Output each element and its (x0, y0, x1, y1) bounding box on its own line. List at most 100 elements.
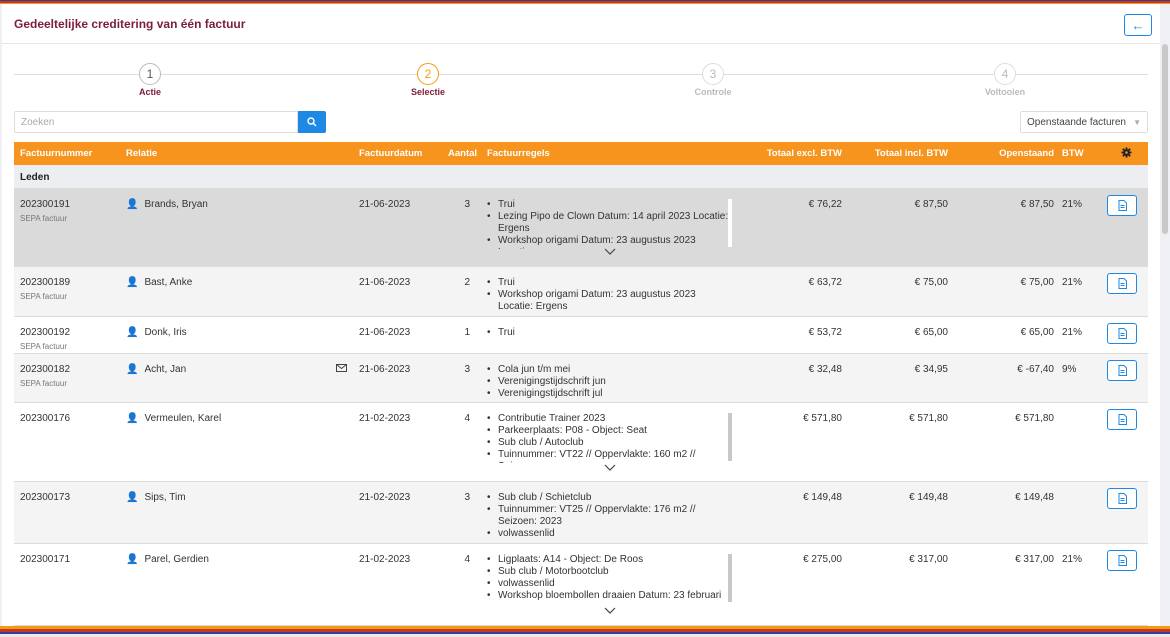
invoice-type: SEPA factuur (20, 342, 67, 351)
chevron-down-icon[interactable] (604, 463, 616, 474)
document-icon (1118, 414, 1127, 425)
chevron-down-icon[interactable] (604, 247, 616, 258)
col-header-date[interactable]: Factuurdatum (359, 148, 422, 159)
line-count: 2 (464, 277, 470, 288)
table-row[interactable]: 202300182 SEPA factuur 👤 Acht, Jan 21-06-2… (14, 354, 1148, 403)
invoice-line: Trui (484, 327, 732, 339)
document-button[interactable] (1107, 273, 1137, 294)
document-icon (1118, 493, 1127, 504)
col-header-lines[interactable]: Factuurregels (487, 148, 550, 159)
invoice-line: volwassenlid (484, 528, 732, 540)
step-label: Actie (138, 87, 161, 97)
invoice-line: Sub club / Motorbootclub (484, 566, 732, 578)
page-header: Gedeeltelijke creditering van één factuu… (2, 4, 1160, 44)
filter-selected: Openstaande facturen (1027, 116, 1126, 128)
open-amount: € 65,00 (1020, 327, 1054, 338)
col-header-relation[interactable]: Relatie (126, 148, 157, 159)
invoice-lines: Ligplaats: A14 - Object: De Roos Sub clu… (484, 554, 732, 604)
table-header: Factuurnummer Relatie Factuurdatum Aanta… (14, 142, 1148, 165)
lines-scrollbar[interactable] (728, 199, 732, 247)
col-header-count[interactable]: Aantal (448, 148, 477, 159)
table-row[interactable]: 202300173 👤 Sips, Tim 21-02-2023 3 Sub cl… (14, 482, 1148, 544)
open-amount: € 149,48 (1015, 492, 1054, 503)
invoice-line: Lezing Pipo de Clown Datum: 14 april 202… (484, 211, 732, 235)
total-excl: € 149,48 (803, 492, 842, 503)
invoice-line: Cola jun t/m mei (484, 364, 732, 376)
invoice-number: 202300192 (20, 327, 71, 338)
lines-scrollbar[interactable] (728, 554, 732, 602)
step-label: Selectie (410, 87, 446, 97)
invoice-line: Trui (484, 277, 732, 289)
person-icon: 👤 (126, 492, 139, 503)
vat-rate: 21% (1062, 327, 1083, 338)
document-button[interactable] (1107, 550, 1137, 571)
invoice-line: Tuinnummer: VT25 // Oppervlakte: 176 m2 … (484, 504, 732, 528)
document-button[interactable] (1107, 195, 1137, 216)
invoice-type: SEPA factuur (20, 214, 67, 223)
invoice-number: 202300176 (20, 413, 71, 424)
col-header-incl[interactable]: Totaal incl. BTW (860, 148, 948, 159)
invoice-table: Factuurnummer Relatie Factuurdatum Aanta… (14, 142, 1148, 626)
step-actie[interactable]: 1 Actie (110, 63, 190, 97)
line-count: 4 (464, 413, 470, 424)
col-header-open[interactable]: Openstaand (974, 148, 1054, 159)
search-button[interactable] (298, 111, 326, 133)
table-row[interactable]: 202300189 SEPA factuur 👤 Bast, Anke 21-06-… (14, 267, 1148, 317)
line-count: 4 (464, 554, 470, 565)
invoice-lines: Trui (484, 327, 732, 339)
step-selectie[interactable]: 2 Selectie (388, 63, 468, 97)
invoice-filter-select[interactable]: Openstaande facturen ▼ (1020, 111, 1148, 133)
invoice-number: 202300191 (20, 199, 71, 210)
col-header-excl[interactable]: Totaal excl. BTW (754, 148, 842, 159)
table-row[interactable]: 202300192 SEPA factuur 👤 Donk, Iris 21-06-… (14, 317, 1148, 354)
gear-icon[interactable] (1121, 147, 1132, 161)
relation-name: Bast, Anke (144, 277, 193, 288)
col-header-number[interactable]: Factuurnummer (20, 148, 92, 159)
document-button[interactable] (1107, 323, 1137, 344)
invoice-type: SEPA factuur (20, 292, 67, 301)
mail-icon (336, 364, 347, 375)
table-row[interactable]: 202300176 👤 Vermeulen, Karel 21-02-2023 4… (14, 403, 1148, 482)
relation-name: Parel, Gerdien (144, 554, 209, 565)
invoice-date: 21-06-2023 (359, 364, 411, 375)
total-incl: € 65,00 (914, 327, 948, 338)
document-icon (1118, 365, 1127, 376)
line-count: 3 (464, 364, 470, 375)
invoice-lines: Trui Lezing Pipo de Clown Datum: 14 apri… (484, 199, 732, 249)
document-button[interactable] (1107, 360, 1137, 381)
total-excl: € 32,48 (808, 364, 842, 375)
invoice-lines: Cola jun t/m mei Verenigingstijdschrift … (484, 364, 732, 400)
back-button[interactable]: ← (1124, 14, 1152, 36)
step-number: 3 (702, 63, 724, 85)
table-row[interactable]: 202300191 SEPA factuur 👤 Brands, Bryan 21-… (14, 189, 1148, 267)
chevron-down-icon[interactable] (604, 606, 616, 617)
invoice-line: Workshop origami Datum: 23 augustus 2023… (484, 289, 732, 313)
relation-name: Brands, Bryan (144, 199, 208, 210)
invoice-date: 21-06-2023 (359, 277, 411, 288)
bottom-brand-stripe (0, 626, 1170, 637)
relation-name: Acht, Jan (144, 364, 187, 375)
total-incl: € 87,50 (914, 199, 948, 210)
step-label: Voltooien (984, 87, 1026, 97)
lines-scrollbar[interactable] (728, 413, 732, 461)
invoice-date: 21-02-2023 (359, 492, 411, 503)
person-icon: 👤 (126, 413, 139, 424)
search-input[interactable] (14, 111, 298, 133)
total-excl: € 76,22 (808, 199, 842, 210)
invoice-number: 202300189 (20, 277, 71, 288)
invoice-date: 21-02-2023 (359, 413, 411, 424)
main-card: Gedeeltelijke creditering van één factuu… (2, 4, 1160, 626)
step-voltooien: 4 Voltooien (965, 63, 1045, 97)
vat-rate: 21% (1062, 199, 1083, 210)
document-button[interactable] (1107, 409, 1137, 430)
invoice-date: 21-06-2023 (359, 327, 411, 338)
table-row[interactable]: 202300171 👤 Parel, Gerdien 21-02-2023 4 L… (14, 544, 1148, 626)
document-button[interactable] (1107, 488, 1137, 509)
invoice-line: Verenigingstijdschrift jul (484, 388, 732, 400)
open-amount: € 571,80 (1015, 413, 1054, 424)
col-header-btw[interactable]: BTW (1062, 148, 1084, 159)
page-title: Gedeeltelijke creditering van één factuu… (14, 16, 246, 31)
vat-rate: 21% (1062, 554, 1083, 565)
page-scrollbar[interactable] (1162, 44, 1168, 234)
document-icon (1118, 200, 1127, 211)
